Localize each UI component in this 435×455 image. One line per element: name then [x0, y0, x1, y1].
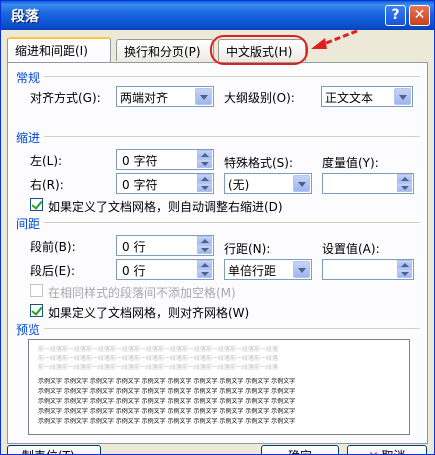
outline-level-label: 大纲级别(O): [224, 91, 295, 105]
preview-previous-line: 前一段落前一段落前一段落前一段落前一段落前一段落前一段落前一段落前一段落前一段落 [38, 364, 279, 371]
auto-adjust-indent-label: 如果定义了文档网格，则自动调整右缩进(D) [48, 200, 283, 214]
line-spacing-select[interactable]: 单倍行距 [224, 259, 312, 280]
special-format-value: (无) [228, 178, 250, 192]
chevron-down-icon[interactable] [293, 261, 310, 278]
help-button[interactable]: ? [385, 5, 406, 26]
chevron-down-icon[interactable] [195, 88, 212, 105]
right-indent-label: 右(R): [30, 178, 64, 192]
cancel-x-icon: ✕ [368, 449, 378, 454]
preview-previous-line: 前一段落前一段落前一段落前一段落前一段落前一段落前一段落前一段落前一段落前一段落 [38, 346, 279, 353]
close-button[interactable]: ✕ [409, 5, 430, 26]
spin-down-icon[interactable] [397, 183, 412, 192]
preview-sample-line: 示例文字 示例文字 示例文字 示例文字 示例文字 示例文字 示例文字 示例文字 … [38, 378, 296, 385]
left-indent-label: 左(L): [30, 154, 63, 168]
tab-stops-button[interactable]: 制表位(T)... [7, 445, 101, 454]
no-space-same-style-checkbox[interactable] [30, 284, 43, 297]
tab-indent-spacing[interactable]: 缩进和间距(I) [7, 37, 111, 62]
paragraph-dialog: 段落 ? ✕ 缩进和间距(I) 换行和分页(P) 中文版式(H) 常规 对齐方式… [0, 0, 435, 455]
measure-label: 度量值(Y): [322, 156, 379, 170]
title-bar: 段落 ? ✕ [1, 1, 434, 30]
section-divider [44, 222, 420, 223]
section-divider [44, 76, 420, 77]
preview-sample-line: 示例文字 示例文字 示例文字 示例文字 示例文字 示例文字 示例文字 示例文字 … [38, 418, 296, 425]
left-indent-value: 0 字符 [122, 154, 158, 168]
alignment-value: 两端对齐 [120, 91, 169, 105]
space-after-label: 段后(E): [30, 264, 75, 278]
snap-to-grid-checkbox[interactable] [30, 304, 43, 317]
setting-value-stepper[interactable] [322, 259, 414, 280]
tab-panel: 常规 对齐方式(G): 两端对齐 大纲级别(O): 正文文本 缩进 左(L): … [7, 62, 428, 444]
left-indent-stepper[interactable]: 0 字符 [116, 149, 214, 170]
right-indent-value: 0 字符 [122, 178, 158, 192]
spin-down-icon[interactable] [197, 245, 212, 254]
section-spacing-title: 间距 [16, 217, 41, 231]
space-after-value: 0 行 [122, 264, 146, 278]
spin-down-icon[interactable] [197, 269, 212, 278]
alignment-select[interactable]: 两端对齐 [116, 86, 214, 107]
space-before-stepper[interactable]: 0 行 [116, 235, 214, 256]
section-preview-title: 预览 [16, 323, 41, 337]
chevron-down-icon[interactable] [293, 175, 310, 192]
line-spacing-value: 单倍行距 [228, 264, 277, 278]
chevron-down-icon[interactable] [394, 88, 411, 105]
spin-down-icon[interactable] [197, 159, 212, 168]
special-format-label: 特殊格式(S): [224, 156, 294, 170]
outline-level-value: 正文文本 [325, 91, 374, 105]
spin-down-icon[interactable] [197, 183, 212, 192]
section-divider [44, 136, 420, 137]
outline-level-select[interactable]: 正文文本 [321, 86, 413, 107]
spin-up-icon[interactable] [197, 260, 212, 269]
ok-button[interactable]: 确定 [261, 445, 339, 454]
tab-line-page-breaks[interactable]: 换行和分页(P) [116, 39, 214, 61]
space-after-stepper[interactable]: 0 行 [116, 259, 214, 280]
alignment-label: 对齐方式(G): [30, 91, 101, 105]
spin-up-icon[interactable] [197, 236, 212, 245]
section-general-title: 常规 [16, 71, 41, 85]
space-before-value: 0 行 [122, 240, 146, 254]
line-spacing-label: 行距(N): [224, 242, 271, 256]
spin-up-icon[interactable] [197, 150, 212, 159]
setting-value-label: 设置值(A): [322, 242, 380, 256]
space-before-label: 段前(B): [30, 240, 76, 254]
preview-sample-line: 示例文字 示例文字 示例文字 示例文字 示例文字 示例文字 示例文字 示例文字 … [38, 398, 296, 405]
section-divider [44, 328, 420, 329]
auto-adjust-indent-checkbox[interactable] [30, 198, 43, 211]
spin-down-icon[interactable] [397, 269, 412, 278]
preview-sample-line: 示例文字 示例文字 示例文字 示例文字 示例文字 示例文字 示例文字 示例文字 … [38, 408, 296, 415]
snap-to-grid-label: 如果定义了文档网格，则对齐网格(W) [48, 306, 250, 320]
spin-up-icon[interactable] [397, 174, 412, 183]
dialog-title: 段落 [11, 9, 39, 25]
measure-stepper[interactable] [322, 173, 414, 194]
tab-highlight-circle [210, 35, 308, 65]
cancel-label: 取消 [382, 449, 406, 454]
spin-up-icon[interactable] [397, 260, 412, 269]
spin-up-icon[interactable] [197, 174, 212, 183]
preview-box: 前一段落前一段落前一段落前一段落前一段落前一段落前一段落前一段落前一段落前一段落… [28, 339, 410, 435]
preview-previous-line: 前一段落前一段落前一段落前一段落前一段落前一段落前一段落前一段落前一段落前一段落 [38, 355, 279, 362]
section-indent-title: 缩进 [16, 131, 41, 145]
annotation-arrow-icon [311, 29, 358, 49]
special-format-select[interactable]: (无) [224, 173, 312, 194]
right-indent-stepper[interactable]: 0 字符 [116, 173, 214, 194]
preview-sample-line: 示例文字 示例文字 示例文字 示例文字 示例文字 示例文字 示例文字 示例文字 … [38, 388, 296, 395]
cancel-button[interactable]: ✕ 取消 [347, 445, 427, 454]
no-space-same-style-label: 在相同样式的段落间不添加空格(M) [48, 286, 236, 300]
